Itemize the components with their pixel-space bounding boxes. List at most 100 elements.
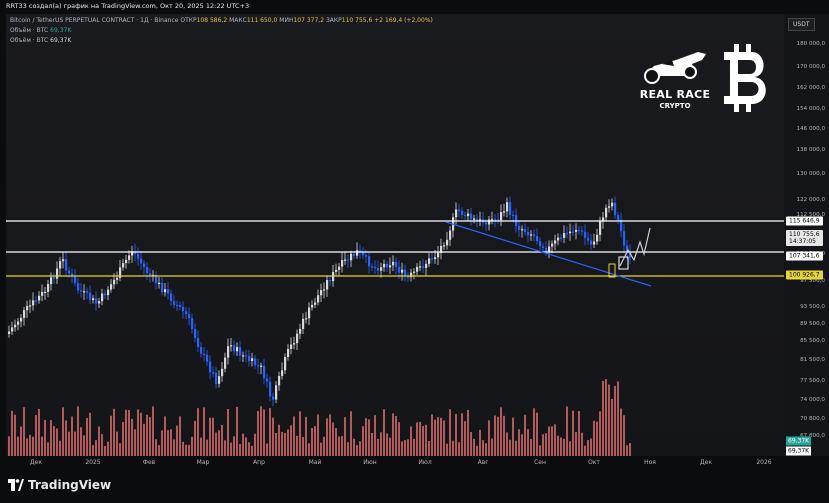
candle-body <box>293 343 296 345</box>
volume-bar <box>518 429 520 456</box>
volume-bar <box>47 442 49 456</box>
time-tick: Дек <box>699 459 713 466</box>
candle-body <box>179 304 182 307</box>
volume-bar <box>107 441 109 456</box>
volume-bar <box>485 443 487 456</box>
volume-bar <box>71 416 73 456</box>
volume-bar <box>65 420 67 456</box>
volume-bar <box>332 422 334 456</box>
candle-body <box>389 265 392 268</box>
volume-bar <box>530 439 532 456</box>
volume-label: Объём · BTC <box>10 37 49 44</box>
candle-body <box>509 202 512 215</box>
volume-bar <box>293 416 295 456</box>
volume-bar <box>176 425 178 456</box>
candle-body <box>149 273 152 276</box>
volume-bar <box>416 422 418 456</box>
chart-window: 180 000,0 170 000,0 162 000,0 154 000,0 146 … <box>0 0 829 503</box>
candle-body <box>74 276 77 284</box>
volume-bar <box>338 436 340 456</box>
price-tick: 93 500,0 <box>800 304 825 310</box>
volume-bar <box>155 439 157 456</box>
price-tick: 162 000,0 <box>796 85 825 91</box>
candle-body <box>617 215 620 220</box>
volume-bar <box>494 415 496 456</box>
candle-body <box>590 240 593 245</box>
time-tick: Ноя <box>644 459 656 466</box>
volume-bar <box>401 441 403 456</box>
candle-body <box>449 230 452 240</box>
candle-body <box>164 289 167 293</box>
candle-body <box>500 212 503 221</box>
volume-bar <box>581 432 583 456</box>
volume-bar <box>464 421 466 456</box>
candle-body <box>161 282 164 293</box>
candle-body <box>503 211 506 213</box>
candle-body <box>536 236 539 242</box>
candle-body <box>365 255 368 257</box>
candle-body <box>311 304 314 308</box>
volume-bar <box>80 427 82 456</box>
volume-bar <box>59 440 61 456</box>
current-price: 110 755,6 <box>789 231 820 238</box>
candle-body <box>221 368 224 377</box>
currency-button[interactable]: USDT <box>788 18 815 31</box>
candle-body <box>107 289 110 296</box>
volume-bar <box>596 421 598 456</box>
volume-bar <box>143 423 145 456</box>
volume-bar <box>566 406 568 456</box>
candle-body <box>251 358 254 362</box>
candle-body <box>371 266 374 268</box>
volume-bar <box>509 439 511 456</box>
volume-bar <box>56 428 58 456</box>
volume-bar <box>506 432 508 456</box>
volume-legend[interactable]: Объём · BTC 69,37K <box>10 27 71 34</box>
volume-bar <box>560 437 562 456</box>
volume-bar <box>563 438 565 456</box>
volume-bar <box>503 415 505 456</box>
candle-body <box>17 321 20 325</box>
volume-bar <box>443 420 445 456</box>
volume-bar <box>68 431 70 456</box>
volume-bar <box>11 410 13 456</box>
candle-body <box>314 302 317 305</box>
volume-bar <box>257 411 259 456</box>
volume-bar <box>611 398 613 456</box>
symbol-name[interactable]: Bitcoin / TetherUS PERPETUAL CONTRACT · … <box>10 17 178 24</box>
candle-body <box>422 266 425 268</box>
level-label-support: 100 926,7 <box>786 270 823 280</box>
candle-body <box>473 218 476 220</box>
volume-bar <box>50 420 52 456</box>
candle-body <box>347 259 350 261</box>
candle-body <box>593 241 596 245</box>
candle-body <box>170 293 173 302</box>
volume-bar <box>269 408 271 456</box>
candle-body <box>101 293 104 302</box>
volume-bar <box>296 435 298 456</box>
volume-bar <box>299 411 301 456</box>
volume-bar <box>311 427 313 456</box>
volume-legend[interactable]: Объём · BTC 69,37K <box>10 37 71 44</box>
candle-body <box>596 234 599 242</box>
candle-body <box>413 271 416 273</box>
tradingview-brand[interactable]: TradingView <box>8 478 111 492</box>
candle-body <box>302 318 305 329</box>
volume-bar <box>467 409 469 456</box>
candle-body <box>89 292 92 301</box>
volume-bar <box>122 421 124 456</box>
volume-bar <box>101 434 103 456</box>
volume-bar <box>446 443 448 456</box>
candle-body <box>341 260 344 267</box>
volume-bar <box>572 410 574 456</box>
candle-body <box>560 237 563 239</box>
candle-body <box>14 324 17 328</box>
volume-bar <box>20 426 22 456</box>
volume-bar <box>452 440 454 456</box>
candle-body <box>92 298 95 301</box>
volume-bar <box>152 406 154 456</box>
candle-body <box>128 255 131 260</box>
volume-bar <box>578 411 580 456</box>
candle-body <box>269 381 272 397</box>
volume-bar <box>551 426 553 456</box>
candle-body <box>575 229 578 232</box>
